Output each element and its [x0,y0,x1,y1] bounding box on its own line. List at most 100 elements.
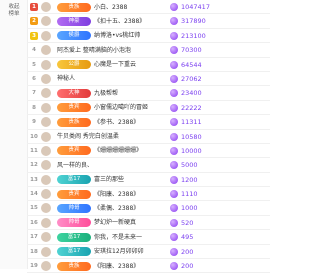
contribution-number: 1200 [181,175,198,184]
ranking-row[interactable]: 7 大神 九极帮帮 23400 [27,86,270,101]
contribution-value: 213100 [170,31,250,41]
avatar[interactable] [41,131,51,142]
user-name[interactable]: 富三的那些 [94,175,124,184]
contribution-value: 317890 [170,16,250,26]
ranking-row[interactable]: 16 帅哥 梦幻炉一新硬真 520 [27,216,270,231]
rank-number: 14 [30,191,38,198]
collapse-ranking-button[interactable]: 收起榜单 [6,4,22,18]
ranking-row[interactable]: 6 神秘人 27062 [27,72,270,87]
ranking-row[interactable]: 9 贵族 《参书、2388》 11311 [27,115,270,130]
sidebar: 收起榜单 [0,0,28,269]
contribution-number: 10000 [181,146,202,155]
level-badge: 神豪 [57,16,91,26]
avatar[interactable] [41,73,51,84]
ranking-row[interactable]: 1 贵族 小白、2388 1047417 [27,0,270,15]
ranking-row[interactable]: 4 阿杰爱上 整晴满脑的小泡泡 70300 [27,43,270,58]
coin-icon [170,46,178,55]
contribution-number: 520 [181,218,194,227]
user-name[interactable]: 小窗儒边噶吖的冒姬 [94,103,148,112]
ranking-row[interactable]: 13 富17 富三的那些 1200 [27,173,270,188]
avatar[interactable] [41,261,51,272]
contribution-number: 1047417 [181,3,210,11]
user-name[interactable]: 安琪拉12月卯卯卯 [94,247,144,256]
contribution-value: 11311 [170,117,250,127]
avatar[interactable] [41,160,51,171]
ranking-row[interactable]: 12 风一样的良、 5000 [27,158,270,173]
avatar[interactable] [41,2,51,12]
user-name[interactable]: 牛贝类闹 秀完白创温柔 [57,132,119,141]
contribution-value: 1047417 [170,2,250,12]
coin-icon [170,190,178,199]
level-badge: 帅哥 [57,218,91,228]
coin-icon [170,17,178,26]
user-name[interactable]: 小白、2388 [94,3,127,12]
avatar[interactable] [41,45,51,56]
avatar[interactable] [41,217,51,228]
avatar[interactable] [41,232,51,243]
contribution-value: 64544 [170,60,250,70]
contribution-value: 1000 [170,203,250,213]
user-name[interactable]: 风一样的良、 [57,161,93,170]
user-name[interactable]: 阿杰爱上 整晴满脑的小泡泡 [57,46,131,55]
ranking-row[interactable]: 15 帅哥 《柔偶、2388》 1000 [27,201,270,216]
contribution-value: 5000 [170,160,250,170]
coin-icon [170,74,178,83]
user-name[interactable]: 神秘人 [57,74,75,83]
avatar[interactable] [41,203,51,214]
rank-number: 18 [30,248,38,255]
user-name[interactable]: 《柔偶、2388》 [94,204,139,213]
avatar[interactable] [41,117,51,128]
ranking-row[interactable]: 11 贵宾 《姗姗姗姗姗姗》 10000 [27,144,270,159]
contribution-number: 11311 [181,118,202,127]
coin-icon [170,233,178,242]
contribution-number: 200 [181,262,194,271]
user-name[interactable]: 《阳康、2388》 [94,190,139,199]
contribution-value: 200 [170,261,250,271]
contribution-value: 1200 [170,175,250,185]
level-badge: 贵族 [57,117,91,127]
ranking-row[interactable]: 2 神豪 《扣十五、2388》 317890 [27,14,270,29]
user-name[interactable]: 《姗姗姗姗姗姗》 [94,146,142,155]
ranking-row[interactable]: 14 贵宾 《阳康、2388》 1110 [27,187,270,202]
rank-number: 5 [32,61,36,68]
avatar[interactable] [41,189,51,200]
contribution-number: 23400 [181,89,202,98]
contribution-value: 495 [170,232,250,242]
contribution-value: 10580 [170,132,250,142]
ranking-row[interactable]: 17 富17 你我，不是未来一 495 [27,230,270,245]
contribution-value: 1110 [170,189,250,199]
contribution-value: 200 [170,247,250,257]
contribution-number: 5000 [181,161,198,170]
user-name[interactable]: 梦幻炉一新硬真 [94,218,136,227]
coin-icon [170,31,178,40]
avatar[interactable] [41,102,51,113]
contribution-value: 22222 [170,103,250,113]
ranking-row[interactable]: 3 侯爵 纳博洛•vs桃红帅 213100 [27,29,270,44]
ranking-row[interactable]: 5 公爵 心魔是一下重云 64544 [27,58,270,72]
user-name[interactable]: 《扣十五、2388》 [94,17,145,26]
user-name[interactable]: 《参书、2388》 [94,118,139,127]
avatar[interactable] [41,246,51,257]
avatar[interactable] [41,59,51,70]
ranking-row[interactable]: 10 牛贝类闹 秀完白创温柔 10580 [27,130,270,144]
avatar[interactable] [41,145,51,156]
ranking-row[interactable]: 18 富17 安琪拉12月卯卯卯 200 [27,245,270,260]
avatar[interactable] [41,88,51,99]
avatar[interactable] [41,16,51,27]
ranking-row[interactable]: 8 贵宾 小窗儒边噶吖的冒姬 22222 [27,101,270,116]
user-name[interactable]: 《阳康、2388》 [94,262,139,271]
rank-number: 8 [32,104,36,111]
avatar[interactable] [41,30,51,41]
user-name[interactable]: 纳博洛•vs桃红帅 [94,31,140,40]
user-name[interactable]: 九极帮帮 [94,89,118,98]
coin-icon [170,132,178,141]
avatar[interactable] [41,174,51,185]
rank-number: 9 [32,119,36,126]
level-badge: 帅哥 [57,203,91,213]
user-name[interactable]: 心魔是一下重云 [94,60,136,69]
contribution-number: 1000 [181,204,198,213]
level-badge: 富17 [57,232,91,242]
ranking-row[interactable]: 19 贵族 《阳康、2388》 200 [27,259,270,273]
user-name[interactable]: 你我，不是未来一 [94,233,142,242]
rank-number: 7 [32,90,36,97]
